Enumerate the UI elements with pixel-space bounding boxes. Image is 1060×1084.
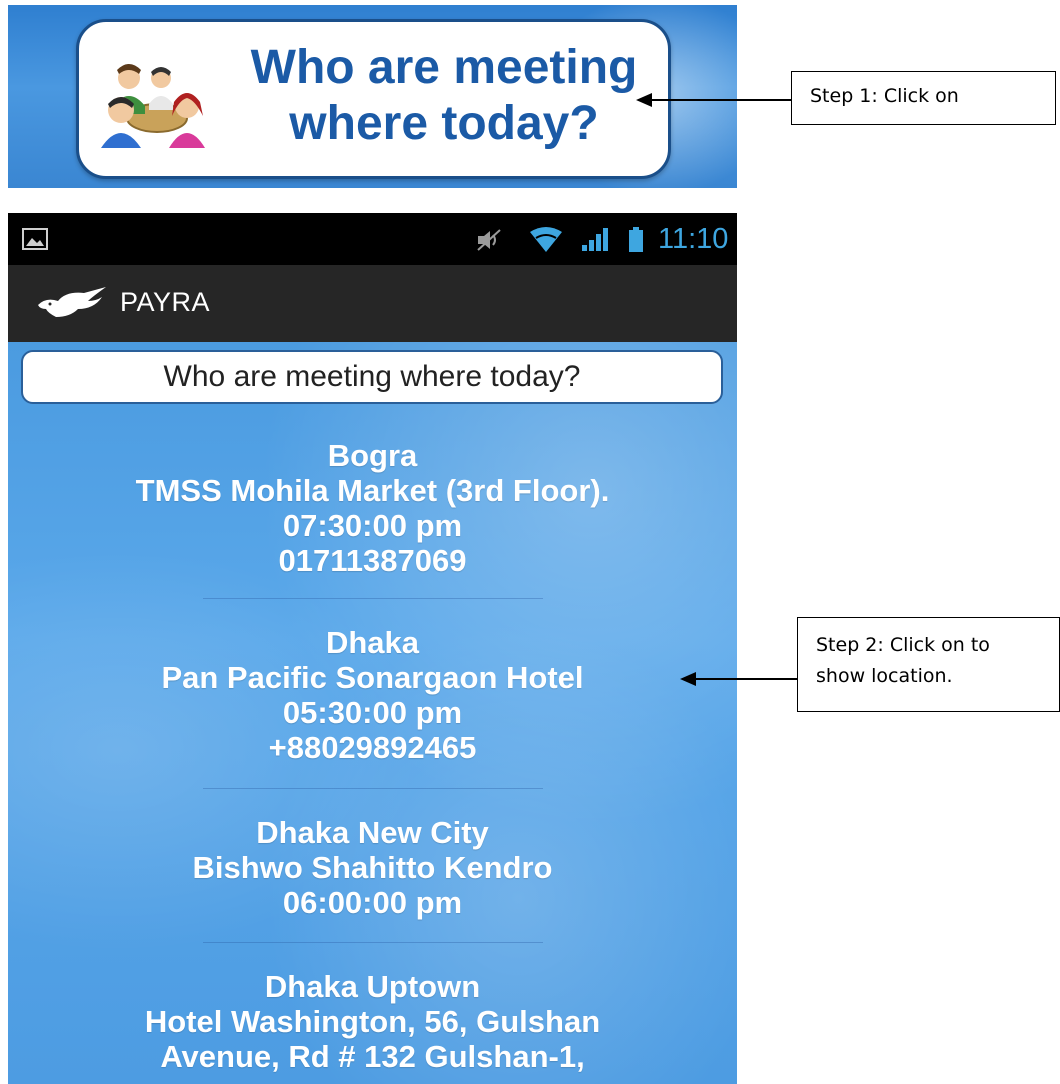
banner-title: Who are meeting where today? xyxy=(250,41,638,150)
dove-icon xyxy=(38,287,106,317)
mute-icon xyxy=(477,229,501,251)
divider xyxy=(203,942,543,943)
home-banner-panel: Who are meeting where today? xyxy=(8,5,737,188)
status-bar: 11:10 AM xyxy=(8,213,737,284)
step1-arrow xyxy=(636,93,792,107)
step1-callout: Step 1: Click on xyxy=(791,71,1056,125)
meeting-city: Dhaka Uptown xyxy=(264,969,481,1004)
meeting-city: Dhaka New City xyxy=(256,815,489,850)
meeting-item-bogra[interactable]: Bogra TMSS Mohila Market (3rd Floor). 07… xyxy=(8,438,737,578)
who-are-meeting-button[interactable]: Who are meeting where today? xyxy=(76,19,671,179)
app-title: PAYRA xyxy=(120,287,211,317)
meeting-people-icon xyxy=(101,64,205,148)
step2-arrow xyxy=(680,672,798,686)
step2-text: Step 2: Click on to show location. xyxy=(816,634,990,687)
divider xyxy=(203,598,543,599)
meeting-item-dhaka[interactable]: Dhaka Pan Pacific Sonargaon Hotel 05:30:… xyxy=(8,625,737,765)
meeting-city: Bogra xyxy=(327,438,418,473)
meeting-phone: +88029892465 xyxy=(268,730,477,765)
meeting-item-dhaka-new-city[interactable]: Dhaka New City Bishwo Shahitto Kendro 06… xyxy=(8,815,737,920)
meeting-venue-line1: Hotel Washington, 56, Gulshan xyxy=(144,1004,601,1039)
gallery-icon xyxy=(22,228,48,250)
divider xyxy=(203,788,543,789)
battery-icon xyxy=(629,227,643,252)
meeting-venue-line2: Avenue, Rd # 132 Gulshan-1, xyxy=(160,1039,585,1074)
phone-screen: 11:10 AM PAYRA Who are meeting where tod… xyxy=(8,213,737,1084)
meetings-content: Who are meeting where today? Bogra TMSS … xyxy=(8,342,737,1084)
meeting-city: Dhaka xyxy=(325,625,420,660)
wifi-icon xyxy=(530,227,562,252)
meeting-venue: Pan Pacific Sonargaon Hotel xyxy=(161,660,584,695)
step1-text: Step 1: Click on xyxy=(810,85,959,107)
who-are-meeting-header-button[interactable]: Who are meeting where today? xyxy=(21,350,723,404)
meeting-phone: 01711387069 xyxy=(278,543,467,578)
clock-time: 11:10 xyxy=(658,223,729,255)
meeting-time: 06:00:00 pm xyxy=(282,885,463,920)
meeting-venue: TMSS Mohila Market (3rd Floor). xyxy=(135,473,610,508)
meeting-time: 05:30:00 pm xyxy=(282,695,463,730)
step2-callout: Step 2: Click on to show location. xyxy=(797,617,1060,712)
meeting-venue: Bishwo Shahitto Kendro xyxy=(192,850,553,885)
signal-icon xyxy=(582,228,608,251)
meeting-item-dhaka-uptown[interactable]: Dhaka Uptown Hotel Washington, 56, Gulsh… xyxy=(8,969,737,1074)
action-bar: PAYRA xyxy=(8,265,737,342)
meeting-time: 07:30:00 pm xyxy=(282,508,463,543)
